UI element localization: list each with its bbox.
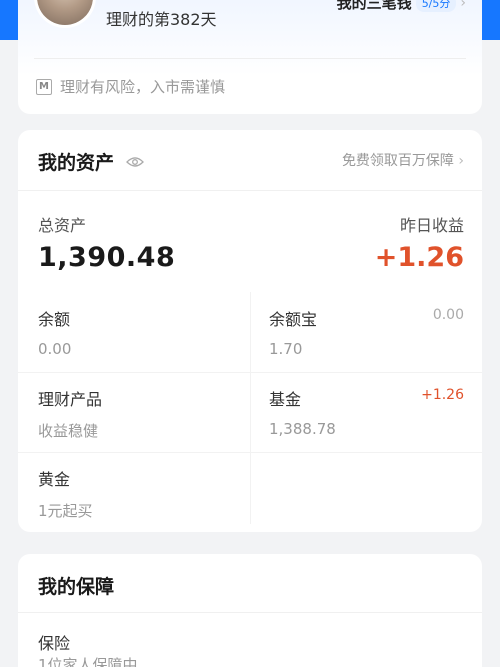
my-assets-card: 我的资产 免费领取百万保障 › 总资产 昨日收益 1,390.48 +1.26 …: [18, 130, 482, 532]
gold-desc: 1元起买: [38, 502, 93, 520]
fund-label: 基金: [269, 390, 302, 409]
my-protection-card: 我的保障 保险 1位家人保障中: [18, 554, 482, 667]
risk-notice: M 理财有风险，入市需谨慎: [36, 76, 225, 97]
total-assets-label: 总资产: [38, 216, 87, 235]
total-assets-value[interactable]: 1,390.48: [38, 242, 175, 273]
protection-title: 我的保障: [38, 576, 115, 598]
yuebao-label: 余额宝: [269, 310, 318, 329]
risk-notice-text: 理财有风险，入市需谨慎: [60, 78, 226, 96]
divider: [18, 452, 482, 453]
chevron-right-icon: ›: [458, 153, 464, 169]
insurance-label: 保险: [38, 634, 71, 653]
profile-card: 理财的第382天 我的三笔钱 5/5分 › M 理财有风险，入市需谨慎: [18, 0, 482, 114]
free-protection-link[interactable]: 免费领取百万保障 ›: [342, 150, 464, 170]
yuebao-change: 0.00: [432, 307, 464, 323]
divider: [18, 190, 482, 191]
divider: [18, 372, 482, 373]
assets-title: 我的资产: [38, 152, 115, 174]
gold-label: 黄金: [38, 470, 71, 489]
wealth-products-desc: 收益稳健: [38, 422, 99, 440]
insurance-desc: 1位家人保障中: [38, 656, 138, 667]
three-savings-label: 我的三笔钱: [336, 0, 412, 12]
yesterday-earnings-label: 昨日收益: [399, 216, 464, 235]
yesterday-earnings-value[interactable]: +1.26: [375, 242, 464, 273]
divider: [18, 612, 482, 613]
fund-change: +1.26: [421, 387, 464, 403]
m-badge-icon: M: [36, 78, 52, 95]
three-savings-link[interactable]: 我的三笔钱 5/5分 ›: [337, 0, 466, 13]
free-protection-label: 免费领取百万保障: [341, 153, 454, 169]
savings-score-badge: 5/5分: [415, 0, 457, 12]
yuebao-value: 1.70: [269, 340, 303, 358]
finance-days-text: 理财的第382天: [106, 10, 217, 29]
avatar[interactable]: [34, 0, 96, 28]
balance-value: 0.00: [38, 340, 72, 358]
fund-value: 1,388.78: [269, 420, 336, 438]
chevron-right-icon: ›: [460, 0, 466, 11]
balance-label: 余额: [38, 310, 71, 329]
eye-icon[interactable]: [126, 156, 144, 168]
column-divider: [250, 292, 251, 524]
divider: [34, 58, 466, 59]
wealth-products-label: 理财产品: [38, 390, 103, 409]
